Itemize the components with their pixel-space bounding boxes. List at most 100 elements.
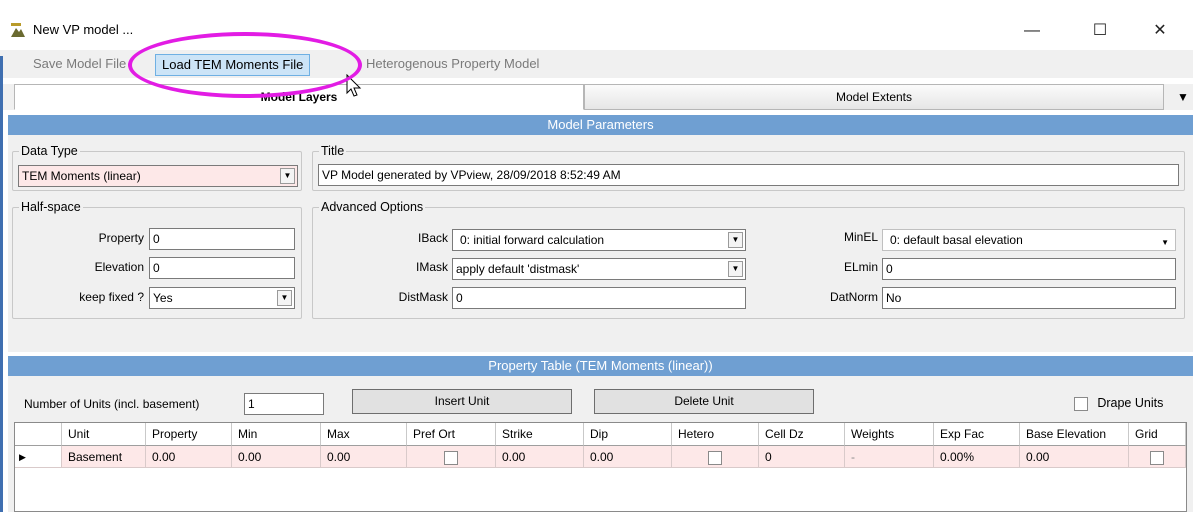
hetero-checkbox[interactable] (708, 450, 722, 465)
cell-weights[interactable]: - (845, 446, 934, 468)
mouse-cursor-icon (346, 74, 362, 97)
cell-max[interactable]: 0.00 (321, 446, 407, 468)
menu-heterogenous-property-model[interactable]: Heterogenous Property Model (360, 54, 545, 76)
col-header-pref-ort[interactable]: Pref Ort (407, 423, 496, 446)
tab-strip: Model Layers Model Extents ▼ (0, 84, 1193, 110)
cell-hetero[interactable] (672, 446, 759, 468)
num-units-input[interactable]: 1 (244, 393, 324, 415)
iback-select[interactable]: 0: initial forward calculation ▼ (452, 229, 746, 251)
chevron-down-icon: ▼ (728, 261, 743, 277)
distmask-label: DistMask (398, 290, 448, 304)
model-parameters-header: Model Parameters (8, 115, 1193, 135)
col-header-max[interactable]: Max (321, 423, 407, 446)
data-type-legend: Data Type (21, 144, 78, 158)
window-title: New VP model ... (33, 22, 134, 37)
title-input[interactable]: VP Model generated by VPview, 28/09/2018… (318, 164, 1179, 186)
pref-ort-checkbox[interactable] (444, 450, 458, 465)
app-logo-icon (10, 22, 26, 38)
grid-header-row: Unit Property Min Max Pref Ort Strike Di… (15, 423, 1186, 446)
iback-value: 0: initial forward calculation (460, 233, 605, 247)
datnorm-value: No (886, 291, 902, 305)
keep-fixed-value: Yes (153, 291, 173, 305)
num-units-label: Number of Units (incl. basement) (24, 397, 200, 411)
cell-base-elevation[interactable]: 0.00 (1020, 446, 1129, 468)
title-value: VP Model generated by VPview, 28/09/2018… (322, 168, 621, 182)
property-table-header: Property Table (TEM Moments (linear)) (8, 356, 1193, 376)
property-table-panel: Property Table (TEM Moments (linear)) Nu… (8, 356, 1193, 512)
property-label: Property (98, 231, 144, 245)
col-header-min[interactable]: Min (232, 423, 321, 446)
half-space-legend: Half-space (21, 200, 81, 214)
drape-units-checkbox[interactable]: Drape Units (1074, 396, 1163, 411)
tab-model-layers[interactable]: Model Layers (14, 84, 584, 110)
distmask-value: 0 (456, 291, 463, 305)
property-value: 0 (153, 232, 160, 246)
property-input[interactable]: 0 (149, 228, 295, 250)
chevron-down-icon: ▼ (277, 290, 292, 306)
advanced-options-legend: Advanced Options (321, 200, 424, 214)
checkbox-icon (1074, 396, 1088, 411)
imask-value: apply default 'distmask' (456, 262, 580, 276)
minel-value: 0: default basal elevation (890, 233, 1023, 247)
elevation-input[interactable]: 0 (149, 257, 295, 279)
close-button[interactable]: ✕ (1137, 17, 1183, 45)
cell-unit[interactable]: Basement (62, 446, 146, 468)
data-type-select[interactable]: TEM Moments (linear) ▼ (18, 165, 298, 187)
grid-checkbox[interactable] (1150, 450, 1164, 465)
tab-overflow-arrow-icon[interactable]: ▼ (1173, 84, 1193, 110)
col-header-grid[interactable]: Grid (1129, 423, 1186, 446)
cell-exp-fac[interactable]: 0.00% (934, 446, 1020, 468)
model-parameters-panel: Model Parameters Data Type TEM Moments (… (8, 115, 1193, 352)
menu-bar: Save Model File Load TEM Moments File He… (0, 50, 1193, 78)
window-title-bar: New VP model ... — ☐ ✕ (0, 0, 1193, 56)
num-units-value: 1 (248, 397, 255, 411)
cell-dip[interactable]: 0.00 (584, 446, 672, 468)
row-indicator-icon: ▶ (15, 446, 62, 468)
row-header-corner (15, 423, 62, 446)
col-header-base-elevation[interactable]: Base Elevation (1020, 423, 1129, 446)
keep-fixed-label: keep fixed ? (79, 290, 144, 304)
cell-min[interactable]: 0.00 (232, 446, 321, 468)
table-row[interactable]: ▶ Basement 0.00 0.00 0.00 0.00 0.00 0 - … (15, 446, 1186, 468)
elmin-input[interactable]: 0 (882, 258, 1176, 280)
minel-select[interactable]: 0: default basal elevation ▼ (882, 229, 1176, 251)
chevron-down-icon: ▼ (280, 168, 295, 184)
iback-label: IBack (417, 231, 448, 245)
elmin-value: 0 (886, 262, 893, 276)
col-header-hetero[interactable]: Hetero (672, 423, 759, 446)
chevron-down-icon: ▼ (1161, 238, 1169, 247)
imask-select[interactable]: apply default 'distmask' ▼ (452, 258, 746, 280)
col-header-dip[interactable]: Dip (584, 423, 672, 446)
maximize-button[interactable]: ☐ (1077, 17, 1123, 45)
imask-label: IMask (415, 260, 448, 274)
insert-unit-button[interactable]: Insert Unit (352, 389, 572, 414)
drape-units-label: Drape Units (1097, 396, 1164, 410)
datnorm-label: DatNorm (829, 290, 878, 304)
datnorm-input[interactable]: No (882, 287, 1176, 309)
cell-cell-dz[interactable]: 0 (759, 446, 845, 468)
cell-grid[interactable] (1129, 446, 1186, 468)
cell-property[interactable]: 0.00 (146, 446, 232, 468)
col-header-unit[interactable]: Unit (62, 423, 146, 446)
minimize-button[interactable]: — (1009, 17, 1055, 45)
menu-save-model-file[interactable]: Save Model File (27, 54, 132, 76)
menu-load-tem-moments-file[interactable]: Load TEM Moments File (155, 54, 311, 76)
cell-pref-ort[interactable] (407, 446, 496, 468)
property-grid: Unit Property Min Max Pref Ort Strike Di… (14, 422, 1187, 512)
keep-fixed-select[interactable]: Yes ▼ (149, 287, 295, 309)
tab-model-extents[interactable]: Model Extents (584, 84, 1164, 110)
cell-strike[interactable]: 0.00 (496, 446, 584, 468)
elmin-label: ELmin (843, 260, 878, 274)
title-legend: Title (321, 144, 345, 158)
delete-unit-button[interactable]: Delete Unit (594, 389, 814, 414)
col-header-property[interactable]: Property (146, 423, 232, 446)
col-header-strike[interactable]: Strike (496, 423, 584, 446)
data-type-value: TEM Moments (linear) (22, 169, 141, 183)
distmask-input[interactable]: 0 (452, 287, 746, 309)
elevation-label: Elevation (94, 260, 144, 274)
col-header-exp-fac[interactable]: Exp Fac (934, 423, 1020, 446)
col-header-weights[interactable]: Weights (845, 423, 934, 446)
window-left-edge (0, 56, 3, 512)
elevation-value: 0 (153, 261, 160, 275)
col-header-cell-dz[interactable]: Cell Dz (759, 423, 845, 446)
